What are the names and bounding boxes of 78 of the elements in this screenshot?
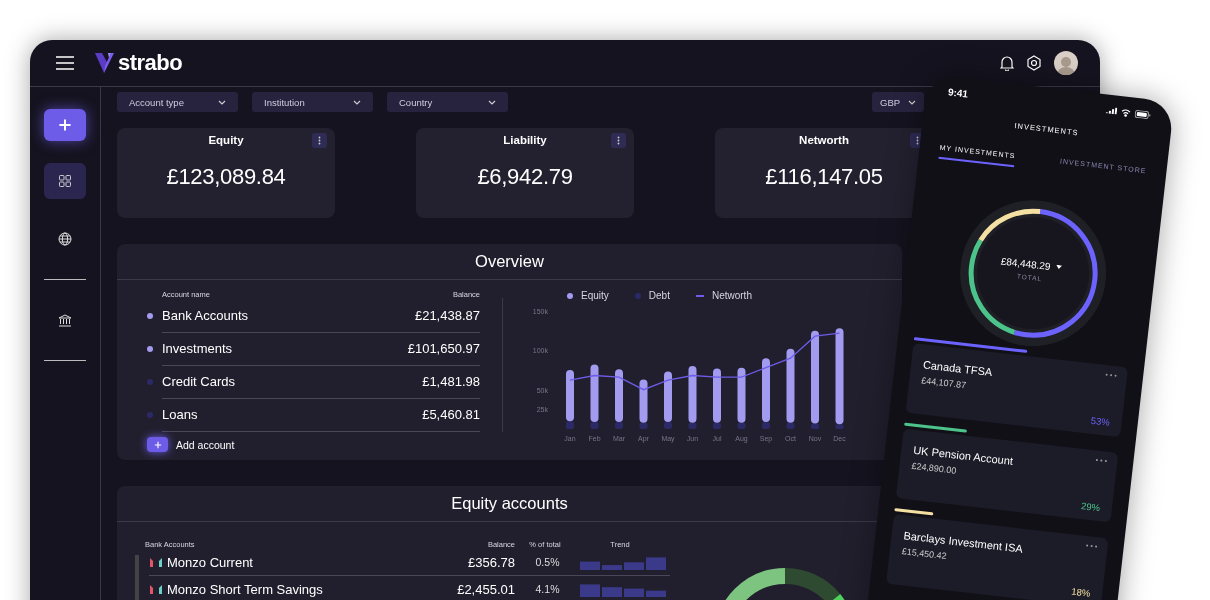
filter-dropdown[interactable]: Institution <box>252 92 373 112</box>
legend-label: Equity <box>581 290 609 301</box>
share-value: 53% <box>1090 414 1111 428</box>
card-title: Equity <box>208 134 244 146</box>
chevron-icon <box>218 99 226 105</box>
more-icon <box>617 136 620 145</box>
app-name: strabo <box>118 50 183 76</box>
account-name: Credit Cards <box>162 373 235 389</box>
panel-title: Overview <box>475 252 544 271</box>
more-icon <box>916 136 919 145</box>
more-icon <box>1095 458 1108 463</box>
m-logo-icon <box>149 583 163 595</box>
legend-dot <box>567 292 573 299</box>
chevron-icon <box>908 99 916 105</box>
currency-dropdown[interactable]: GBP <box>872 92 924 112</box>
more-button[interactable] <box>1105 372 1118 377</box>
sidebar-item[interactable] <box>44 163 86 199</box>
legend-line <box>695 294 704 297</box>
total-value: £84,448.29 <box>1000 255 1052 272</box>
m-logo-icon <box>149 556 163 568</box>
account-balance: £1,481.98 <box>422 373 480 389</box>
more-button[interactable] <box>1085 543 1098 548</box>
share-value: 29% <box>1080 499 1101 513</box>
more-button[interactable] <box>611 133 626 148</box>
investment-amount: £15,450.42 <box>901 545 948 561</box>
investment-card[interactable]: UK Pension Account £24,890.00 29% <box>895 428 1119 523</box>
caret-icon[interactable] <box>1055 264 1062 270</box>
share-value: 4.1% <box>534 583 561 595</box>
account-balance: £101,650.97 <box>407 340 480 356</box>
investment-card[interactable]: Barclays Investment ISA £15,450.42 18% <box>886 513 1109 600</box>
card-value: £6,942.79 <box>477 164 573 190</box>
more-icon <box>1105 372 1118 377</box>
share-value: 0.5% <box>534 556 561 568</box>
account-balance: £5,460.81 <box>422 406 480 422</box>
menu-icon[interactable] <box>56 56 74 70</box>
legend-label: Debt <box>648 290 670 301</box>
v-logo-icon <box>94 51 116 75</box>
plus-icon <box>153 440 162 449</box>
account-name: Investments <box>162 340 233 356</box>
filter-dropdown[interactable]: Account type <box>117 92 238 112</box>
user-avatar[interactable] <box>1054 51 1078 75</box>
panel-title: Equity accounts <box>451 494 568 513</box>
account-balance: £2,455.01 <box>456 581 515 597</box>
legend-dot <box>634 292 641 299</box>
card-value: £116,147.05 <box>765 164 883 190</box>
account-name: Monzo Short Term Savings <box>167 581 324 597</box>
card-title: Networth <box>799 134 849 146</box>
more-icon <box>1085 543 1098 548</box>
account-balance: £21,438.87 <box>414 307 480 323</box>
add-account-label[interactable]: Add account <box>176 438 235 451</box>
account-name: Bank Accounts <box>162 307 248 323</box>
investment-card[interactable]: Canada TFSA £44,107.87 53% <box>905 342 1129 437</box>
signal-icon <box>1105 106 1118 115</box>
card-value: £123,089.84 <box>166 164 286 190</box>
status-time: 9:41 <box>947 86 969 100</box>
grid-icon <box>59 175 71 187</box>
investment-amount: £24,890.00 <box>911 460 957 476</box>
plus-icon <box>58 118 72 132</box>
wifi-icon <box>1120 107 1132 117</box>
legend-label: Networth <box>711 290 752 301</box>
share-value: 18% <box>1070 585 1091 599</box>
globe-icon <box>58 232 72 246</box>
chevron-icon <box>353 99 361 105</box>
account-name: Loans <box>162 406 198 422</box>
more-button[interactable] <box>1095 458 1108 463</box>
settings-icon[interactable] <box>1026 55 1042 71</box>
chevron-icon <box>488 99 496 105</box>
account-name: Monzo Current <box>167 554 254 570</box>
more-button[interactable] <box>312 133 327 148</box>
account-balance: £356.78 <box>467 554 515 570</box>
add-button[interactable] <box>44 109 86 141</box>
battery-icon <box>1134 109 1152 119</box>
add-account-button[interactable] <box>147 437 168 452</box>
filter-dropdown[interactable]: Country <box>387 92 508 112</box>
bell-icon[interactable] <box>1000 55 1014 71</box>
card-title: Liability <box>503 134 547 146</box>
more-icon <box>318 136 321 145</box>
bank-icon <box>58 313 72 327</box>
